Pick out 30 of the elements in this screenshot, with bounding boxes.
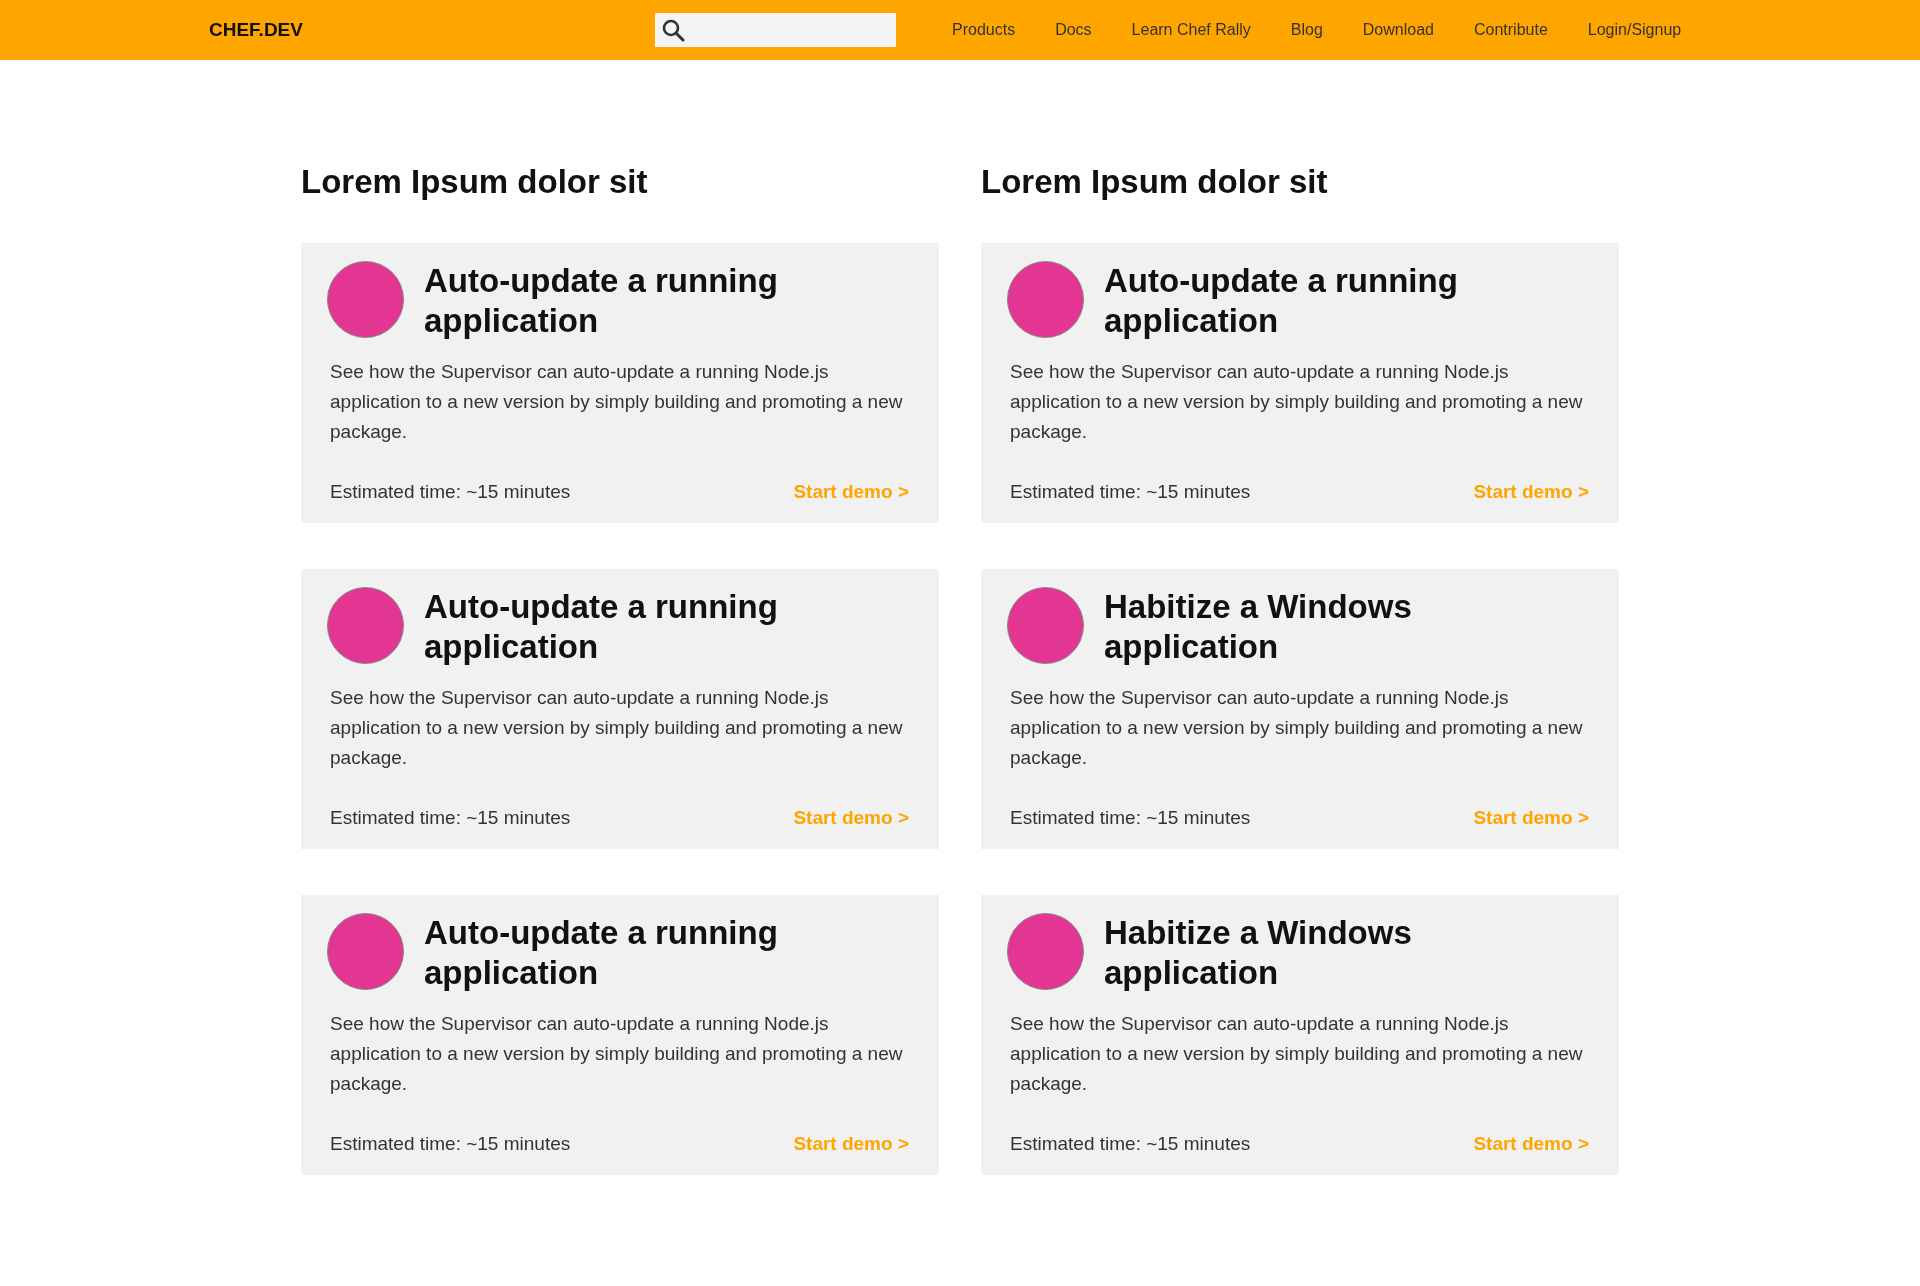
card-description: See how the Supervisor can auto-update a running Node.js application to a new version by simply building and promoting a new package. [330,1012,904,1096]
nav-link[interactable]: Docs [1035,21,1112,39]
nav-link[interactable]: Products [932,21,1036,39]
card-description: See how the Supervisor can auto-update a running Node.js application to a new version by simply building and promoting a new package. [330,360,904,444]
card-description: See how the Supervisor can auto-update a running Node.js application to a new version by simply building and promoting a new package. [1010,1012,1584,1096]
nav-link[interactable]: Download [1342,21,1454,39]
estimated-time: Estimated time: ~15 minutes [1010,807,1251,829]
estimated-time: Estimated time: ~15 minutes [330,807,571,829]
card-description: See how the Supervisor can auto-update a running Node.js application to a new version by simply building and promoting a new package. [1010,360,1584,444]
card-title: Auto-update a running application [424,913,779,993]
card-title: Auto-update a running application [424,587,779,667]
card-title: Auto-update a running application [424,261,779,341]
estimated-time: Estimated time: ~15 minutes [1010,481,1251,503]
card-description: See how the Supervisor can auto-update a running Node.js application to a new version by simply building and promoting a new package. [330,686,904,770]
section-heading: Lorem Ipsum dolor sit [301,163,649,201]
section-heading: Lorem Ipsum dolor sit [981,163,1329,201]
estimated-time: Estimated time: ~15 minutes [330,481,571,503]
card-title: Auto-update a running application [1104,261,1459,341]
logo[interactable]: CHEF.DEV [209,19,655,41]
nav-link[interactable]: Login/Signup [1567,21,1702,39]
estimated-time: Estimated time: ~15 minutes [330,1133,571,1155]
card-title: Habitize a Windows application [1104,587,1413,667]
nav-link[interactable]: Contribute [1453,21,1568,39]
nav-link[interactable]: Learn Chef Rally [1111,21,1271,39]
estimated-time: Estimated time: ~15 minutes [1010,1133,1251,1155]
search-field[interactable] [655,13,896,47]
search-icon [661,18,685,42]
card-title: Habitize a Windows application [1104,913,1413,993]
nav-link[interactable]: Blog [1270,21,1343,39]
card-description: See how the Supervisor can auto-update a running Node.js application to a new version by simply building and promoting a new package. [1010,686,1584,770]
